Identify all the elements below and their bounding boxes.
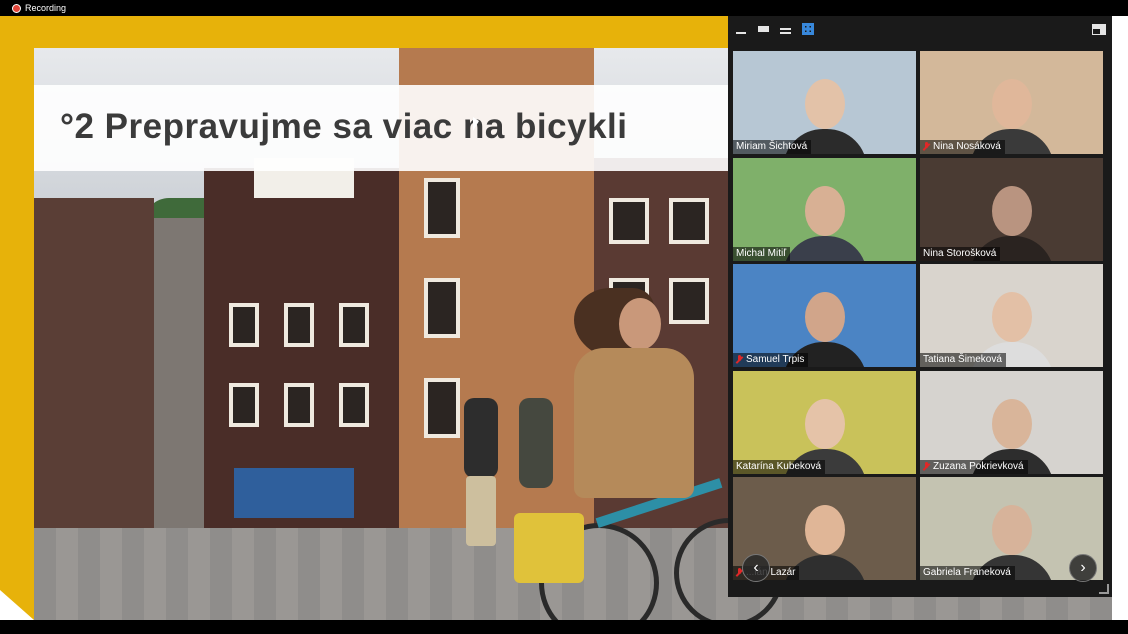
bottom-bar [0, 620, 1128, 634]
photo-shop-awning [234, 468, 354, 518]
photo-window [229, 303, 259, 347]
strip-view-icon[interactable] [778, 22, 792, 36]
participant-name-tag: Nina Storošková [920, 247, 1001, 261]
participant-video-tile[interactable]: Nina Storošková [920, 158, 1103, 261]
photo-window [669, 198, 709, 244]
participant-name: Nina Storošková [923, 248, 997, 259]
photo-window [229, 383, 259, 427]
video-gallery-panel: Miriam Šichtová Nina Nosáková Michal Mitiľ… [728, 16, 1112, 597]
participant-name: Katarína Kubeková [736, 461, 822, 472]
record-icon [12, 3, 21, 13]
speaker-view-icon[interactable] [756, 22, 770, 36]
participant-video-tile[interactable]: Nina Nosáková [920, 51, 1103, 154]
photo-pedestrian [464, 398, 498, 478]
participant-name: Miriam Šichtová [736, 141, 808, 152]
participant-name-tag: Katarína Kubeková [733, 460, 826, 474]
participant-face [805, 292, 845, 342]
participant-name: Michal Mitiľ [736, 248, 787, 259]
participant-face [992, 292, 1032, 342]
photo-cyclist [574, 348, 694, 498]
photo-pedestrian [519, 398, 553, 488]
participant-name-tag: Zuzana Pokrievková [920, 460, 1028, 474]
participant-face [992, 399, 1032, 449]
participant-face [992, 79, 1032, 129]
participant-name: Nina Nosáková [933, 141, 1001, 152]
photo-window [424, 378, 460, 438]
participant-name: Zuzana Pokrievková [933, 461, 1024, 472]
photo-window [609, 198, 649, 244]
gallery-view-icon[interactable] [801, 22, 815, 36]
participant-name: Samuel Trpis [746, 354, 805, 365]
participant-name-tag: Gabriela Franeková [920, 566, 1015, 580]
minimize-icon[interactable] [734, 22, 748, 36]
participant-face [992, 505, 1032, 555]
participant-name-tag: Miriam Šichtová [733, 140, 812, 154]
participant-video-tile[interactable]: Samuel Trpis [733, 264, 916, 367]
next-page-button[interactable]: › [1069, 554, 1097, 582]
photo-window [339, 383, 369, 427]
top-bar: Recording [0, 0, 1128, 16]
muted-microphone-icon [923, 142, 930, 151]
photo-window [284, 303, 314, 347]
window-edge [1112, 16, 1128, 620]
photo-window [424, 178, 460, 238]
photo-window [339, 303, 369, 347]
chevron-right-icon: › [1080, 559, 1086, 576]
participant-video-tile[interactable]: Michal Mitiľ [733, 158, 916, 261]
muted-microphone-icon [736, 355, 743, 364]
photo-building [34, 198, 154, 548]
participant-face [805, 505, 845, 555]
participant-video-tile[interactable]: Miriam Šichtová [733, 51, 916, 154]
resize-grip-icon[interactable] [1099, 584, 1109, 594]
photo-bicycle-bag [514, 513, 584, 583]
photo-window [284, 383, 314, 427]
photo-pedestrian-legs [466, 476, 496, 546]
participant-face [805, 399, 845, 449]
participant-face [992, 186, 1032, 236]
gallery-toolbar [728, 16, 1112, 46]
participant-name-tag: Samuel Trpis [733, 353, 809, 367]
participant-video-tile[interactable]: Tatiana Šimeková [920, 264, 1103, 367]
previous-page-button[interactable]: ‹ [742, 554, 770, 582]
slide-title: °2 Prepravujme sa viac na bicykli [60, 107, 628, 146]
chevron-left-icon: ‹ [753, 559, 759, 576]
photo-cyclist-head [619, 298, 661, 350]
participant-name: Tatiana Šimeková [923, 354, 1002, 365]
exit-fullscreen-icon[interactable] [1092, 22, 1106, 36]
participant-name-tag: Michal Mitiľ [733, 247, 791, 261]
participant-video-tile[interactable]: Katarína Kubeková [733, 371, 916, 474]
slide-title-band: °2 Prepravujme sa viac na bicykli [34, 85, 728, 171]
muted-microphone-icon [923, 462, 930, 471]
photo-window [669, 278, 709, 324]
participant-name-tag: Nina Nosáková [920, 140, 1005, 154]
participant-video-tile[interactable]: Zuzana Pokrievková [920, 371, 1103, 474]
recording-label: Recording [25, 3, 67, 13]
slide-corner-decoration [0, 590, 34, 620]
mouse-cursor-icon [473, 117, 479, 131]
recording-indicator[interactable]: Recording [12, 3, 66, 13]
photo-window [424, 278, 460, 338]
participant-face [805, 79, 845, 129]
participant-name-tag: Tatiana Šimeková [920, 353, 1006, 367]
participant-name: Gabriela Franeková [923, 567, 1011, 578]
participant-face [805, 186, 845, 236]
